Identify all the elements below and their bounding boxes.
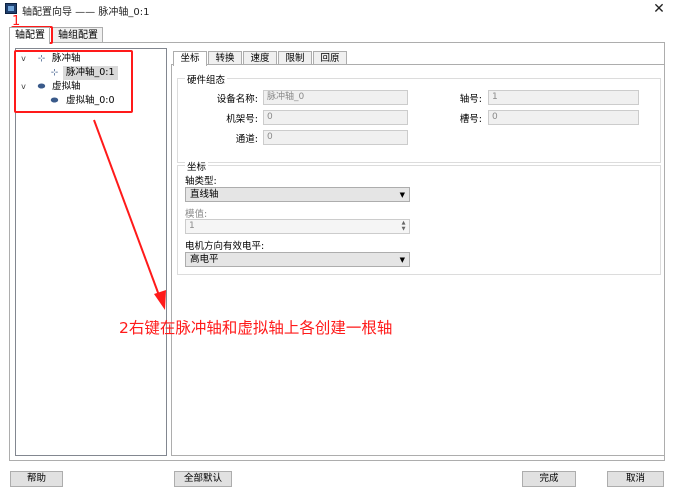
- spinbox-value: 1: [189, 221, 195, 231]
- dropdown-arrow-icon: ▼: [399, 191, 405, 199]
- group-title: 硬件组态: [185, 72, 228, 86]
- spin-arrows-icon[interactable]: ▲ ▼: [399, 220, 408, 233]
- tree-node-pulse-axis-0-1[interactable]: ⊹ 脉冲轴_0:1: [46, 66, 138, 80]
- field-label: 模值:: [185, 209, 208, 220]
- field-label: 轴号:: [459, 94, 482, 105]
- tree-node-label: 虚拟轴: [52, 81, 81, 92]
- axis-settings-panel: 坐标 转换 速度 限制 回原 硬件组态 设备名称: 脉冲轴_0 机架号: 0 通…: [171, 48, 665, 456]
- tab-speed[interactable]: 速度: [243, 51, 277, 65]
- window-title: 轴配置向导 —— 脉冲轴_0:1: [22, 7, 150, 18]
- tab-axis-group-config[interactable]: 轴组配置: [52, 27, 103, 43]
- tree-node-pulse-axis[interactable]: v ⊹ 脉冲轴: [19, 52, 159, 66]
- tab-axis-config[interactable]: 轴配置: [9, 27, 50, 44]
- chevron-down-icon[interactable]: v: [19, 52, 28, 66]
- title-bar: 轴配置向导 —— 脉冲轴_0:1 ✕: [0, 0, 676, 18]
- tree-node-label: 脉冲轴_0:1: [63, 66, 118, 80]
- motor-direction-level-select[interactable]: 高电平 ▼: [185, 252, 410, 267]
- cancel-button[interactable]: 取消: [607, 471, 664, 487]
- tab-content: 硬件组态 设备名称: 脉冲轴_0 机架号: 0 通道: 0 轴号: 1 槽号: …: [171, 64, 665, 456]
- axis-tree[interactable]: v ⊹ 脉冲轴 ⊹ 脉冲轴_0:1 v ⬬ 虚拟轴 ⬬ 虚拟轴_0:0: [15, 48, 167, 456]
- finish-button[interactable]: 完成: [522, 471, 576, 487]
- rack-number-field[interactable]: 0: [263, 110, 408, 125]
- close-button[interactable]: ✕: [642, 0, 676, 18]
- tab-homing[interactable]: 回原: [313, 51, 347, 65]
- tab-limits[interactable]: 限制: [278, 51, 312, 65]
- virtual-axis-icon: ⬬: [50, 96, 59, 106]
- tree-node-label: 虚拟轴_0:0: [66, 95, 115, 106]
- chevron-down-icon[interactable]: v: [19, 80, 28, 94]
- restore-defaults-button[interactable]: 全部默认: [174, 471, 232, 487]
- dropdown-arrow-icon: ▼: [399, 256, 405, 264]
- tree-node-virtual-axis[interactable]: v ⬬ 虚拟轴: [19, 80, 159, 94]
- slot-number-field[interactable]: 0: [488, 110, 639, 125]
- field-label: 电机方向有效电平:: [185, 241, 265, 252]
- pulse-axis-icon: ⊹: [37, 54, 46, 64]
- tree-node-virtual-axis-0-0[interactable]: ⬬ 虚拟轴_0:0: [46, 94, 138, 108]
- field-label: 通道:: [235, 134, 258, 145]
- modulo-spinbox[interactable]: 1 ▲ ▼: [185, 219, 410, 234]
- help-button[interactable]: 帮助: [10, 471, 63, 487]
- virtual-axis-icon: ⬬: [37, 82, 46, 92]
- select-value: 高电平: [190, 254, 219, 265]
- field-label: 轴类型:: [185, 176, 217, 187]
- channel-field[interactable]: 0: [263, 130, 408, 145]
- select-value: 直线轴: [190, 189, 219, 200]
- tree-node-label: 脉冲轴: [52, 53, 81, 64]
- app-icon: [5, 3, 17, 14]
- annotation-instruction: 2右键在脉冲轴和虚拟轴上各创建一根轴: [119, 319, 393, 337]
- field-label: 机架号:: [226, 114, 258, 125]
- tab-conversion[interactable]: 转换: [208, 51, 242, 65]
- tab-coordinate[interactable]: 坐标: [173, 51, 207, 66]
- axis-number-field[interactable]: 1: [488, 90, 639, 105]
- pulse-axis-icon: ⊹: [50, 68, 59, 78]
- group-title: 坐标: [185, 159, 209, 173]
- field-label: 设备名称:: [216, 94, 258, 105]
- axis-type-select[interactable]: 直线轴 ▼: [185, 187, 410, 202]
- field-label: 槽号:: [459, 114, 482, 125]
- device-name-field[interactable]: 脉冲轴_0: [263, 90, 408, 105]
